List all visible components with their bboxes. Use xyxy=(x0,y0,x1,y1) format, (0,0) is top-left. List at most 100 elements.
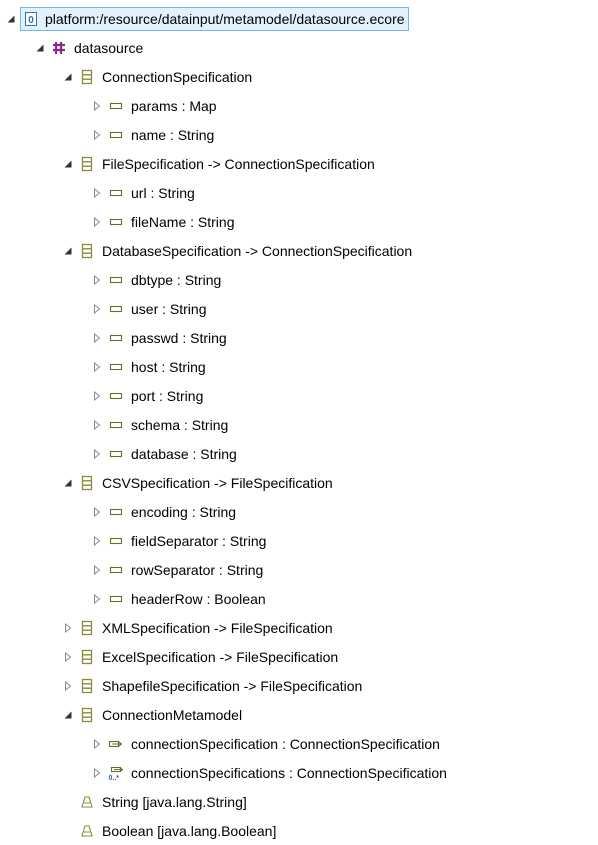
eclass-icon xyxy=(79,707,95,723)
tree-item-datatype[interactable]: Boolean [java.lang.Boolean] xyxy=(0,816,598,845)
eattribute-icon xyxy=(108,301,124,317)
expand-arrow-icon[interactable] xyxy=(91,332,103,344)
tree-item-feature[interactable]: fieldSeparator : String xyxy=(0,526,598,555)
collapse-arrow-icon[interactable] xyxy=(62,245,74,257)
ereference-many-icon: 0..* xyxy=(108,765,124,781)
collapse-arrow-icon[interactable] xyxy=(62,709,74,721)
expand-arrow-icon[interactable] xyxy=(91,419,103,431)
tree-item-class[interactable]: XMLSpecification -> FileSpecification xyxy=(0,613,598,642)
expand-arrow-icon[interactable] xyxy=(62,651,74,663)
tree-item-datatype[interactable]: String [java.lang.String] xyxy=(0,787,598,816)
feature-label: name : String xyxy=(131,126,215,143)
tree-item-class[interactable]: ConnectionSpecification xyxy=(0,62,598,91)
tree-item-feature[interactable]: schema : String xyxy=(0,410,598,439)
class-label: CSVSpecification -> FileSpecification xyxy=(102,474,333,491)
eattribute-icon xyxy=(108,446,124,462)
expand-arrow-icon[interactable] xyxy=(91,593,103,605)
tree-item-class[interactable]: FileSpecification -> ConnectionSpecifica… xyxy=(0,149,598,178)
expand-arrow-icon[interactable] xyxy=(62,680,74,692)
tree-item-feature[interactable]: encoding : String xyxy=(0,497,598,526)
ereference-icon xyxy=(108,736,124,752)
expand-arrow-icon[interactable] xyxy=(91,564,103,576)
feature-label: params : Map xyxy=(131,97,217,114)
expand-arrow-icon[interactable] xyxy=(91,390,103,402)
eattribute-icon xyxy=(108,214,124,230)
collapse-arrow-icon[interactable] xyxy=(62,477,74,489)
eclass-icon xyxy=(79,678,95,694)
expand-arrow-icon[interactable] xyxy=(62,622,74,634)
expand-arrow-icon[interactable] xyxy=(91,361,103,373)
eattribute-icon xyxy=(108,591,124,607)
feature-label: schema : String xyxy=(131,416,229,433)
tree-item-feature[interactable]: database : String xyxy=(0,439,598,468)
eclass-icon xyxy=(79,69,95,85)
ecore-tree-view: 0 platform:/resource/datainput/metamodel/… xyxy=(0,4,598,845)
feature-label: connectionSpecification : ConnectionSpec… xyxy=(131,735,440,752)
eattribute-icon xyxy=(108,98,124,114)
class-label: XMLSpecification -> FileSpecification xyxy=(102,619,333,636)
tree-item-feature[interactable]: dbtype : String xyxy=(0,265,598,294)
eattribute-icon xyxy=(108,417,124,433)
tree-item-feature[interactable]: passwd : String xyxy=(0,323,598,352)
expand-arrow-icon[interactable] xyxy=(91,506,103,518)
svg-text:0: 0 xyxy=(28,15,34,26)
collapse-arrow-icon[interactable] xyxy=(5,13,17,25)
expand-arrow-icon[interactable] xyxy=(91,303,103,315)
feature-label: dbtype : String xyxy=(131,271,222,288)
expand-arrow-icon[interactable] xyxy=(91,767,103,779)
eclass-icon xyxy=(79,156,95,172)
tree-item-class[interactable]: CSVSpecification -> FileSpecification xyxy=(0,468,598,497)
resource-label: platform:/resource/datainput/metamodel/d… xyxy=(45,10,405,27)
tree-item-feature[interactable]: fileName : String xyxy=(0,207,598,236)
expand-arrow-icon[interactable] xyxy=(91,535,103,547)
tree-item-feature[interactable]: host : String xyxy=(0,352,598,381)
expand-arrow-icon[interactable] xyxy=(91,129,103,141)
svg-text:0..*: 0..* xyxy=(109,775,120,781)
tree-item-feature[interactable]: headerRow : Boolean xyxy=(0,584,598,613)
collapse-arrow-icon[interactable] xyxy=(62,71,74,83)
eattribute-icon xyxy=(108,185,124,201)
tree-item-feature[interactable]: 0..* connectionSpecifications : Connectio… xyxy=(0,758,598,787)
eattribute-icon xyxy=(108,127,124,143)
eattribute-icon xyxy=(108,272,124,288)
tree-item-feature[interactable]: port : String xyxy=(0,381,598,410)
class-label: ConnectionSpecification xyxy=(102,68,253,85)
feature-label: fileName : String xyxy=(131,213,235,230)
collapse-arrow-icon[interactable] xyxy=(34,42,46,54)
eattribute-icon xyxy=(108,533,124,549)
expand-arrow-icon[interactable] xyxy=(91,274,103,286)
expand-arrow-icon[interactable] xyxy=(91,187,103,199)
edatatype-icon xyxy=(79,823,95,839)
tree-item-feature[interactable]: user : String xyxy=(0,294,598,323)
expand-arrow-icon[interactable] xyxy=(91,216,103,228)
tree-item-feature[interactable]: connectionSpecification : ConnectionSpec… xyxy=(0,729,598,758)
feature-label: encoding : String xyxy=(131,503,237,520)
eclass-icon xyxy=(79,620,95,636)
feature-label: connectionSpecifications : ConnectionSpe… xyxy=(131,764,447,781)
tree-item-feature[interactable]: params : Map xyxy=(0,91,598,120)
feature-label: fieldSeparator : String xyxy=(131,532,267,549)
feature-label: rowSeparator : String xyxy=(131,561,264,578)
expand-arrow-icon[interactable] xyxy=(91,738,103,750)
tree-item-feature[interactable]: url : String xyxy=(0,178,598,207)
class-label: DatabaseSpecification -> ConnectionSpeci… xyxy=(102,242,413,259)
selection-highlight: 0 platform:/resource/datainput/metamodel/… xyxy=(20,6,409,31)
feature-label: database : String xyxy=(131,445,237,462)
tree-item-class[interactable]: DatabaseSpecification -> ConnectionSpeci… xyxy=(0,236,598,265)
tree-item-resource[interactable]: 0 platform:/resource/datainput/metamodel/… xyxy=(0,4,598,33)
eattribute-icon xyxy=(108,504,124,520)
tree-item-class[interactable]: ExcelSpecification -> FileSpecification xyxy=(0,642,598,671)
class-label: ShapefileSpecification -> FileSpecificat… xyxy=(102,677,363,694)
feature-label: headerRow : Boolean xyxy=(131,590,266,607)
class-label: ExcelSpecification -> FileSpecification xyxy=(102,648,339,665)
expand-arrow-icon[interactable] xyxy=(91,448,103,460)
tree-item-feature[interactable]: name : String xyxy=(0,120,598,149)
tree-item-package[interactable]: datasource xyxy=(0,33,598,62)
tree-item-feature[interactable]: rowSeparator : String xyxy=(0,555,598,584)
feature-label: url : String xyxy=(131,184,195,201)
edatatype-icon xyxy=(79,794,95,810)
tree-item-class[interactable]: ShapefileSpecification -> FileSpecificat… xyxy=(0,671,598,700)
tree-item-class[interactable]: ConnectionMetamodel xyxy=(0,700,598,729)
collapse-arrow-icon[interactable] xyxy=(62,158,74,170)
expand-arrow-icon[interactable] xyxy=(91,100,103,112)
